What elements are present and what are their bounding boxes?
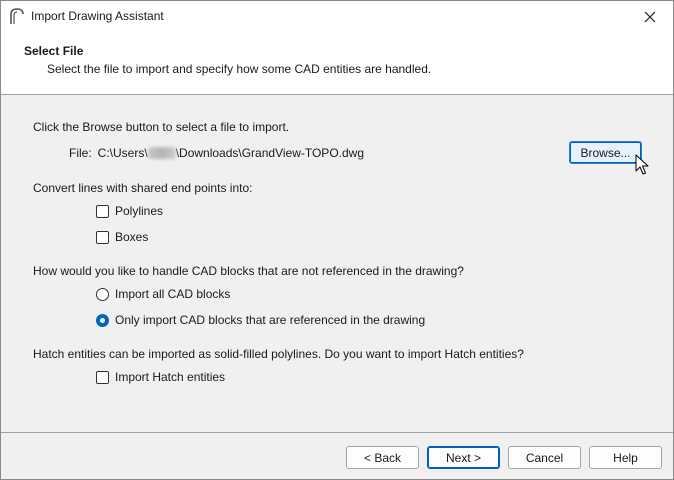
polylines-checkbox[interactable] — [96, 204, 109, 218]
content-area: Click the Browse button to select a file… — [1, 96, 673, 432]
next-button[interactable]: Next > — [427, 446, 500, 469]
help-button[interactable]: Help — [589, 446, 662, 469]
import-hatch-label: Import Hatch entities — [115, 370, 226, 384]
import-referenced-blocks-label: Only import CAD blocks that are referenc… — [115, 313, 426, 327]
title-bar: Import Drawing Assistant — [1, 1, 673, 32]
close-button[interactable] — [627, 1, 673, 32]
back-button[interactable]: < Back — [346, 446, 419, 469]
polylines-label: Polylines — [115, 204, 164, 218]
import-hatch-checkbox[interactable] — [96, 370, 109, 384]
import-all-blocks-option[interactable]: Import all CAD blocks — [96, 287, 230, 301]
convert-lines-question: Convert lines with shared end points int… — [33, 181, 253, 195]
polylines-option[interactable]: Polylines — [96, 204, 163, 218]
import-referenced-blocks-radio[interactable] — [96, 313, 109, 327]
page-subtitle: Select the file to import and specify ho… — [47, 62, 432, 76]
boxes-option[interactable]: Boxes — [96, 230, 148, 244]
mouse-pointer-icon — [635, 154, 649, 175]
file-path-suffix: \Downloads\GrandView-TOPO.dwg — [175, 146, 364, 160]
redacted-username — [147, 147, 176, 159]
window-title: Import Drawing Assistant — [31, 9, 164, 23]
import-drawing-assistant-dialog: Import Drawing Assistant Select File Sel… — [0, 0, 674, 480]
close-icon — [644, 11, 656, 22]
cancel-button[interactable]: Cancel — [508, 446, 581, 469]
browse-instruction: Click the Browse button to select a file… — [33, 120, 290, 134]
import-all-blocks-label: Import all CAD blocks — [115, 287, 231, 301]
file-path: C:\Users\ \Downloads\GrandView-TOPO.dwg — [98, 146, 364, 160]
hatch-question: Hatch entities can be imported as solid-… — [33, 347, 524, 361]
cad-blocks-question: How would you like to handle CAD blocks … — [33, 264, 464, 278]
import-hatch-option[interactable]: Import Hatch entities — [96, 370, 225, 384]
page-header: Select File Select the file to import an… — [1, 32, 673, 95]
boxes-checkbox[interactable] — [96, 230, 109, 244]
file-path-prefix: C:\Users\ — [97, 146, 148, 160]
page-title: Select File — [24, 44, 84, 58]
footer-button-bar: < Back Next > Cancel Help — [1, 432, 673, 479]
import-referenced-blocks-option[interactable]: Only import CAD blocks that are referenc… — [96, 313, 425, 327]
browse-button[interactable]: Browse... — [569, 141, 642, 164]
file-label: File: — [69, 146, 92, 160]
app-logo-icon — [10, 8, 24, 24]
file-path-row: File: C:\Users\ \Downloads\GrandView-TOPO.… — [69, 146, 364, 160]
boxes-label: Boxes — [115, 230, 149, 244]
import-all-blocks-radio[interactable] — [96, 287, 109, 301]
